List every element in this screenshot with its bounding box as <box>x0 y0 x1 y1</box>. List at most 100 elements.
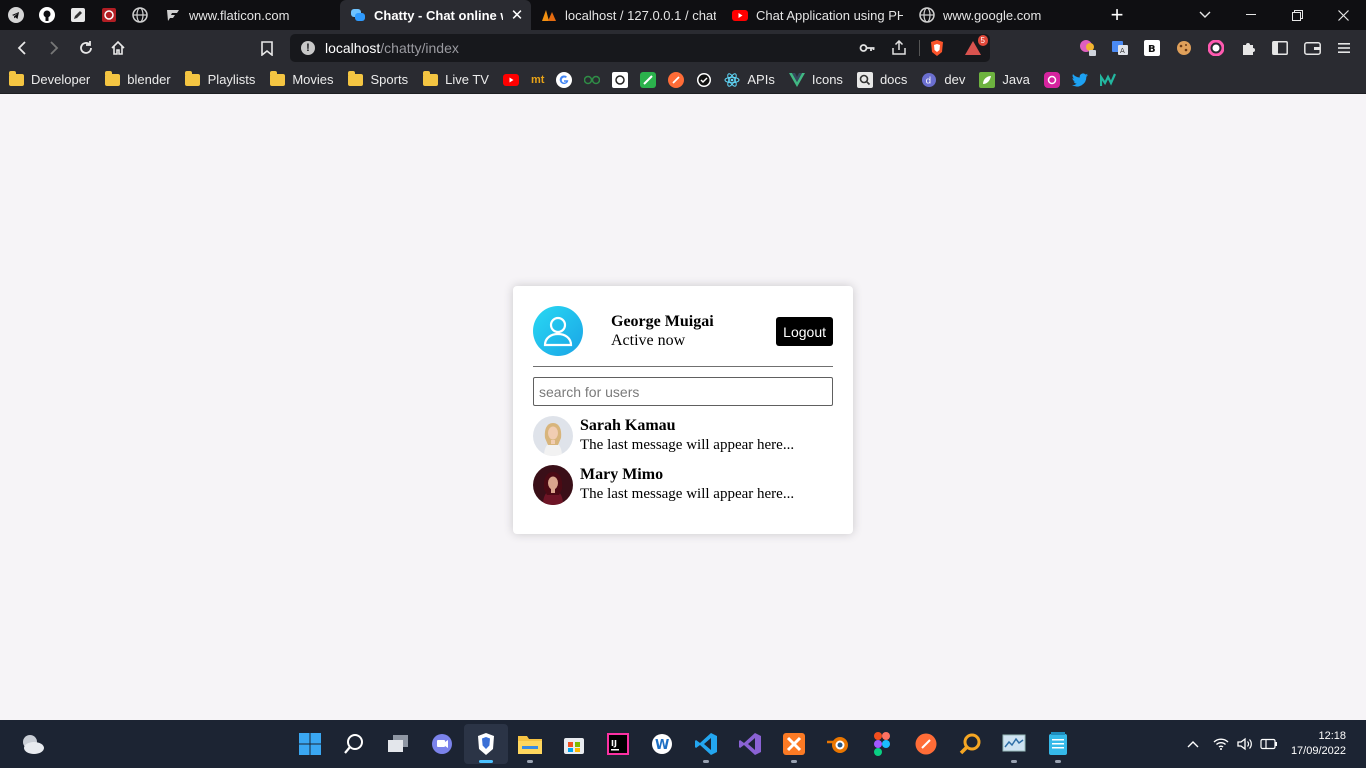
running-indicator <box>479 760 493 763</box>
bookmark-live-tv[interactable]: Live TV <box>422 70 489 88</box>
wifi-icon[interactable] <box>1209 732 1233 756</box>
translate-extension-icon[interactable]: A <box>1104 30 1136 66</box>
color-wheel-extension-icon[interactable] <box>1200 30 1232 66</box>
close-window-button[interactable] <box>1320 0 1366 30</box>
search-users-input[interactable] <box>533 377 833 406</box>
site-info-icon[interactable]: ! <box>301 41 315 55</box>
bookmark-chatgpt[interactable] <box>612 71 629 88</box>
tab-google[interactable]: www.google.com <box>909 0 1095 30</box>
home-button[interactable] <box>102 32 134 64</box>
taskbar-intellij[interactable]: IJ <box>596 724 640 764</box>
taskbar-xampp[interactable] <box>772 724 816 764</box>
svg-text:IJ: IJ <box>611 739 617 748</box>
magnifier-icon <box>959 733 981 755</box>
bookmark-twitter[interactable] <box>1071 72 1088 88</box>
bookmark-playlists[interactable]: Playlists <box>185 70 255 88</box>
bookmark-google[interactable] <box>556 71 573 88</box>
new-tab-button[interactable]: + <box>1095 0 1139 30</box>
start-button[interactable] <box>288 724 332 764</box>
bookmark-blender[interactable]: blender <box>104 70 171 88</box>
bookmark-todo[interactable] <box>696 72 712 88</box>
reload-button[interactable] <box>70 32 102 64</box>
pinned-tab-github[interactable] <box>31 0 62 30</box>
taskbar-store[interactable] <box>552 724 596 764</box>
forward-button[interactable] <box>38 32 70 64</box>
taskbar-brave-browser[interactable] <box>464 724 508 764</box>
users-list: Sarah Kamau The last message will appear… <box>533 415 833 505</box>
back-button[interactable] <box>6 32 38 64</box>
user-name: Mary Mimo <box>580 466 664 483</box>
menu-icon[interactable] <box>1328 30 1360 66</box>
bookmark-instagram[interactable] <box>1043 71 1060 88</box>
tab-youtube[interactable]: Chat Application using PHP <box>722 0 909 30</box>
bookmark-m-app[interactable] <box>1099 72 1116 88</box>
bookmark-youtube[interactable] <box>502 72 519 88</box>
bookmark-apis[interactable]: APIs <box>724 72 775 88</box>
key-icon[interactable] <box>859 40 875 61</box>
taskbar-figma[interactable] <box>860 724 904 764</box>
close-tab-icon[interactable]: ✕ <box>509 6 525 24</box>
extensions-area: A B <box>1072 30 1360 66</box>
windows-logo-icon <box>299 733 321 755</box>
taskbar-word-app[interactable]: W <box>640 724 684 764</box>
cookie-extension-icon[interactable] <box>1168 30 1200 66</box>
taskbar-search-button[interactable] <box>332 724 376 764</box>
bookmark-icons[interactable]: Icons <box>788 72 843 88</box>
pinned-tab-app[interactable] <box>93 0 124 30</box>
taskbar-visual-studio[interactable] <box>728 724 772 764</box>
telegram-icon <box>7 7 24 23</box>
folder-icon <box>104 70 120 88</box>
brave-shields-icon[interactable] <box>928 39 946 62</box>
pinned-tab-editor[interactable] <box>62 0 93 30</box>
logout-button[interactable]: Logout <box>776 316 833 346</box>
show-hidden-icons-chevron-icon[interactable] <box>1181 732 1205 756</box>
tab-phpmyadmin[interactable]: localhost / 127.0.0.1 / chatty <box>531 0 722 30</box>
sidebar-toggle-icon[interactable] <box>1264 30 1296 66</box>
tab-flaticon[interactable]: www.flaticon.com <box>155 0 340 30</box>
pinned-tab-telegram[interactable] <box>0 0 31 30</box>
teams-chat-button[interactable] <box>420 724 464 764</box>
taskbar-file-explorer[interactable] <box>508 724 552 764</box>
bookmark-developer[interactable]: Developer <box>8 70 90 88</box>
bookmark-geeks[interactable] <box>584 72 601 88</box>
task-view-button[interactable] <box>376 724 420 764</box>
bookmark-docs[interactable]: docs <box>856 71 907 88</box>
b-extension-icon[interactable]: B <box>1136 30 1168 66</box>
battery-icon[interactable] <box>1257 732 1281 756</box>
taskbar-notepad[interactable] <box>1036 724 1080 764</box>
pinned-tab-web[interactable] <box>124 0 155 30</box>
taskbar-blender[interactable] <box>816 724 860 764</box>
weather-widget-icon[interactable] <box>20 731 46 757</box>
bookmark-postman[interactable] <box>668 71 685 88</box>
bookmark-dev[interactable]: d dev <box>921 72 965 88</box>
wallet-icon[interactable] <box>1296 30 1328 66</box>
bookmark-label: Sports <box>370 72 409 87</box>
restore-button[interactable] <box>1274 0 1320 30</box>
user-list-item-sarah[interactable]: Sarah Kamau The last message will appear… <box>533 415 833 456</box>
user-list-item-mary[interactable]: Mary Mimo The last message will appear h… <box>533 464 833 505</box>
address-bar[interactable]: ! localhost/chatty/index 5 <box>290 34 990 62</box>
visual-studio-icon <box>739 733 761 755</box>
taskbar-search-tool[interactable] <box>948 724 992 764</box>
bookmark-mt[interactable]: mt <box>531 72 544 88</box>
tab-search-chevron-icon[interactable] <box>1182 0 1228 30</box>
puzzle-extensions-icon[interactable] <box>1232 30 1264 66</box>
volume-icon[interactable] <box>1233 732 1257 756</box>
brave-rewards-icon[interactable]: 5 <box>964 35 988 62</box>
reload-icon <box>80 41 92 54</box>
minimize-button[interactable] <box>1228 0 1274 30</box>
bookmark-sports[interactable]: Sports <box>348 70 409 88</box>
tab-chatty[interactable]: Chatty - Chat online with ✕ <box>340 0 531 30</box>
color-picker-extension-icon[interactable] <box>1072 30 1104 66</box>
bookmark-movies[interactable]: Movies <box>269 70 334 88</box>
share-icon[interactable] <box>891 39 907 61</box>
taskbar-monitor-app[interactable] <box>992 724 1036 764</box>
taskbar-clock[interactable]: 12:18 17/09/2022 <box>1291 729 1346 759</box>
taskbar-postman[interactable] <box>904 724 948 764</box>
bookmark-page-button[interactable] <box>251 32 283 64</box>
bookmark-feedly[interactable] <box>640 71 657 88</box>
system-tray: 12:18 17/09/2022 <box>1181 720 1366 768</box>
taskbar-vscode[interactable] <box>684 724 728 764</box>
clock-date: 17/09/2022 <box>1290 745 1346 757</box>
bookmark-java[interactable]: Java <box>979 71 1030 88</box>
